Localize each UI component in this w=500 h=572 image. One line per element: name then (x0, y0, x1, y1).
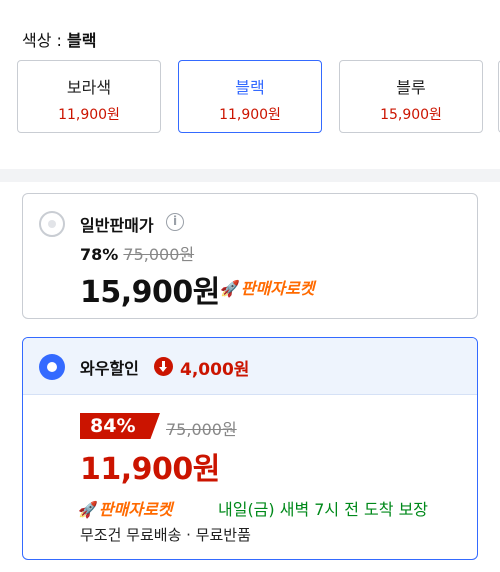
selected-color: 블랙 (67, 31, 97, 50)
color-label: 색상 : (22, 31, 68, 50)
wow-discount-amount: 4,000원 (180, 360, 250, 380)
color-option-name: 블랙 (235, 78, 265, 97)
seller-rocket-badge: 🚀판매자로켓 (78, 496, 173, 520)
free-shipping-text: 무조건 무료배송 · 무료반품 (80, 526, 251, 544)
radio-selected-icon[interactable] (39, 354, 65, 380)
color-selector-label: 색상 : 블랙 (22, 27, 96, 51)
wow-original-price: 75,000원 (166, 420, 237, 439)
regular-price: 15,900원 (80, 275, 220, 310)
rocket-icon: 🚀 (220, 279, 240, 298)
color-option-name: 블루 (396, 78, 426, 97)
wow-discount-title: 와우할인 (80, 359, 139, 378)
wow-price: 11,900원 (80, 452, 220, 487)
color-option-purple[interactable]: 보라색 11,900원 (17, 60, 161, 133)
regular-original-price: 75,000원 (123, 245, 195, 264)
info-icon[interactable]: i (166, 213, 184, 231)
radio-unselected-icon[interactable] (39, 211, 65, 237)
regular-price-title: 일반판매가 (80, 216, 154, 235)
seller-rocket-badge: 🚀판매자로켓 (220, 275, 315, 299)
regular-discount-row: 78% 75,000원 (80, 241, 194, 265)
color-option-price: 15,900원 (380, 107, 442, 123)
color-option-name: 보라색 (66, 78, 112, 97)
wow-discount-option[interactable]: 와우할인 4,000원 84% 75,000원 11,900원 🚀판매자로켓 내… (22, 337, 478, 560)
color-option-black[interactable]: 블랙 11,900원 (178, 60, 322, 133)
regular-price-option[interactable]: 일반판매가 i 78% 75,000원 15,900원 🚀판매자로켓 (22, 193, 478, 319)
rocket-icon: 🚀 (78, 500, 98, 519)
seller-rocket-text: 판매자로켓 (98, 500, 173, 519)
regular-discount-rate: 78% (80, 245, 119, 264)
color-option-price: 11,900원 (58, 107, 120, 123)
wow-discount-rate: 84% (80, 413, 160, 439)
section-divider (0, 169, 500, 182)
delivery-guarantee: 내일(금) 새벽 7시 전 도착 보장 (218, 500, 429, 519)
seller-rocket-text: 판매자로켓 (240, 279, 315, 298)
color-option-price: 11,900원 (219, 107, 281, 123)
color-option-blue[interactable]: 블루 15,900원 (339, 60, 483, 133)
arrow-down-circle-icon (154, 357, 173, 376)
